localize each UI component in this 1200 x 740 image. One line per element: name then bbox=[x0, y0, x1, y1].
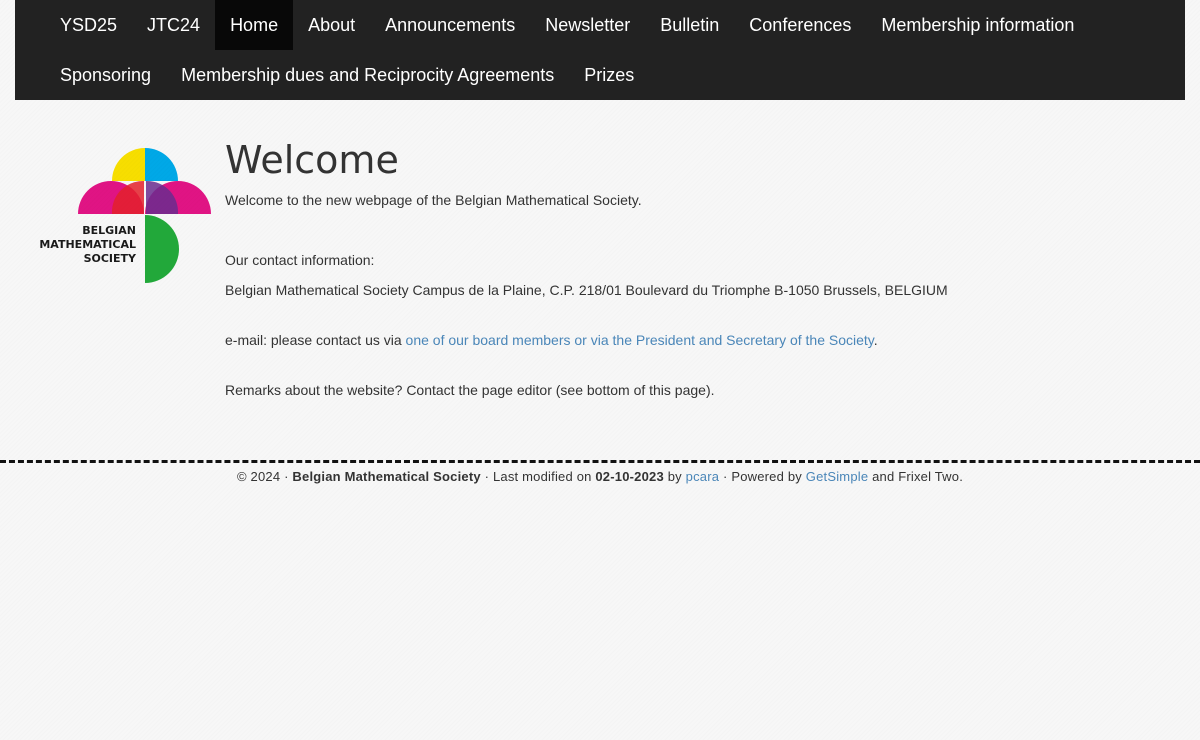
nav-item-conferences[interactable]: Conferences bbox=[734, 0, 866, 50]
page-title: Welcome bbox=[225, 138, 399, 182]
nav-item-sponsoring[interactable]: Sponsoring bbox=[45, 50, 166, 100]
intro-text: Welcome to the new webpage of the Belgia… bbox=[225, 192, 642, 208]
footer-divider bbox=[0, 460, 1200, 463]
nav-item-jtc24[interactable]: JTC24 bbox=[132, 0, 215, 50]
email-paragraph: e-mail: please contact us via one of our… bbox=[225, 330, 878, 350]
footer-powered-prefix: · Powered by bbox=[719, 469, 806, 484]
page-footer: © 2024 · Belgian Mathematical Society · … bbox=[0, 468, 1200, 486]
nav-item-announcements[interactable]: Announcements bbox=[370, 0, 530, 50]
footer-author-link[interactable]: pcara bbox=[686, 469, 720, 484]
footer-org-name: Belgian Mathematical Society bbox=[292, 469, 481, 484]
top-navigation: YSD25 JTC24 Home About Announcements New… bbox=[15, 0, 1185, 100]
nav-item-about[interactable]: About bbox=[293, 0, 370, 50]
footer-cms-link[interactable]: GetSimple bbox=[806, 469, 869, 484]
nav-item-bulletin[interactable]: Bulletin bbox=[645, 0, 734, 50]
main-content: Welcome Welcome to the new webpage of th… bbox=[225, 138, 1125, 398]
nav-item-prizes[interactable]: Prizes bbox=[569, 50, 649, 100]
logo-yellow-segment bbox=[112, 148, 145, 181]
logo-text-line1: BELGIAN bbox=[82, 224, 136, 237]
footer-powered-suffix: and Frixel Two. bbox=[868, 469, 964, 484]
logo-text-line2: MATHEMATICAL bbox=[39, 238, 136, 251]
footer-copyright: © 2024 · bbox=[236, 469, 293, 484]
footer-by-prefix: by bbox=[667, 469, 686, 484]
society-logo-graphic: BELGIAN MATHEMATICAL SOCIETY bbox=[39, 148, 211, 283]
nav-item-ysd25[interactable]: YSD25 bbox=[45, 0, 132, 50]
nav-row-secondary: Sponsoring Membership dues and Reciproci… bbox=[45, 50, 649, 100]
address-text: Belgian Mathematical Society Campus de l… bbox=[225, 282, 948, 298]
logo-cyan-segment bbox=[145, 148, 178, 181]
footer-modified-date: 02-10-2023 bbox=[595, 469, 664, 484]
email-suffix: . bbox=[873, 332, 878, 348]
nav-item-membership-information[interactable]: Membership information bbox=[866, 0, 1089, 50]
email-prefix: e-mail: please contact us via bbox=[225, 332, 406, 348]
remarks-text: Remarks about the website? Contact the p… bbox=[225, 382, 715, 398]
nav-row-primary: YSD25 JTC24 Home About Announcements New… bbox=[45, 0, 1089, 50]
contact-heading: Our contact information: bbox=[225, 252, 375, 268]
nav-item-newsletter[interactable]: Newsletter bbox=[530, 0, 645, 50]
logo-green-segment bbox=[145, 215, 179, 283]
footer-modified-prefix: · Last modified on bbox=[480, 469, 596, 484]
logo-text-line3: SOCIETY bbox=[84, 252, 137, 265]
board-members-link[interactable]: one of our board members or via the Pres… bbox=[406, 332, 874, 348]
nav-item-membership-dues[interactable]: Membership dues and Reciprocity Agreemen… bbox=[166, 50, 569, 100]
society-logo[interactable]: BELGIAN MATHEMATICAL SOCIETY bbox=[38, 143, 218, 288]
nav-item-home[interactable]: Home bbox=[215, 0, 294, 50]
